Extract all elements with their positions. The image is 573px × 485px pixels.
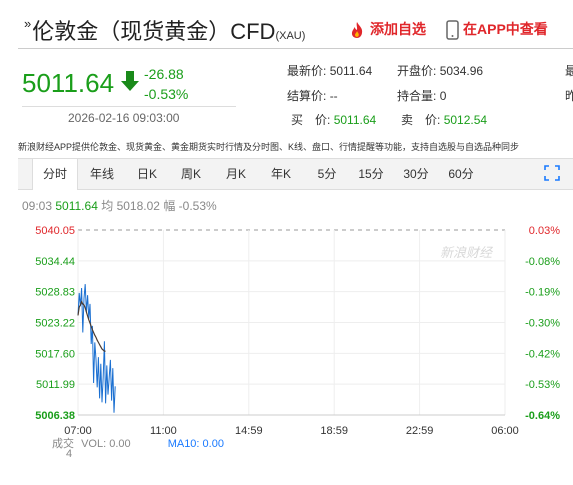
phone-icon [446,20,459,41]
open-interest-label: 持合量: [397,89,437,103]
x-tick-label: 14:59 [235,425,263,435]
change-percent: -0.53% [144,86,189,102]
tab-60min[interactable]: 60分 [443,159,479,189]
tab-monthly-k[interactable]: 月K [218,159,254,189]
ask-price-stat: 卖 价: 5012.54 [401,111,487,128]
y-tick-label: 5006.38 [35,410,75,422]
open-price-label: 开盘价: [397,64,437,78]
x-tick-label: 06:00 [491,425,519,435]
y-tick-label: 5011.99 [36,379,75,391]
pct-tick-label: -0.30% [525,318,560,330]
add-watchlist-button[interactable]: 添加自选 [348,19,426,39]
info-amp-label: 幅 [163,199,176,213]
open-interest-stat: 持合量: 0 [397,87,446,104]
info-time: 09:03 [22,199,53,213]
tab-5min[interactable]: 5分 [309,159,345,189]
info-avg-label: 均 [101,199,114,213]
x-tick-label: 18:59 [320,425,348,435]
current-price: 5011.64 [22,68,115,98]
pct-tick-label: -0.42% [525,348,560,360]
settle-price-value: -- [329,89,338,103]
tab-daily-k[interactable]: 日K [129,159,165,189]
crosshair-info: 09:03 5011.64 均 5018.02 幅 -0.53% [22,197,217,214]
view-in-app-label: 在APP中查看 [463,21,548,37]
instrument-title: »伦敦金（现货黄金）CFD(XAU) [24,14,305,46]
ma10-label: MA10: [167,438,200,450]
info-avg: 5018.02 [116,199,160,213]
pct-tick-label: -0.08% [525,256,560,268]
fullscreen-icon[interactable] [544,165,560,181]
settle-price-label: 结算价: [287,89,327,103]
vol-label: VOL: [81,438,107,450]
bid-price-value: 5011.64 [333,113,377,127]
change-value: -26.88 [144,66,184,82]
watermark: 新浪财经 [440,245,494,260]
x-tick-label: 22:59 [406,425,434,435]
tab-intraday[interactable]: 分时 [32,159,78,190]
period-tabs: 分时 年线 日K 周K 月K 年K 5分 15分 30分 60分 [18,158,573,190]
y-tick-label: 5028.83 [35,287,75,299]
title-prefix-icon: » [24,16,32,31]
bid-price-label: 买 价: [291,113,331,127]
quote-divider [22,106,236,107]
y-tick-label: 5023.22 [35,318,75,330]
pct-tick-label: -0.64% [525,410,560,422]
tab-year-line[interactable]: 年线 [82,159,122,189]
ask-price-label: 卖 价: [401,113,441,127]
y-tick-label: 5017.60 [35,348,75,360]
open-price-stat: 开盘价: 5034.96 [397,62,483,79]
fire-icon [351,22,363,39]
x-tick-label: 07:00 [64,425,92,435]
tab-yearly-k[interactable]: 年K [263,159,299,189]
instrument-name: 伦敦金（现货黄金）CFD [32,19,276,44]
open-interest-value: 0 [439,89,447,103]
cut-stat-2: 昨 [565,89,573,103]
price-change: -26.88 -0.53% [144,64,188,104]
volume-bar: 成交 VOL: 0.00 MA10: 0.00 4 [52,435,224,460]
settle-price-stat: 结算价: -- [287,87,338,104]
ask-price-value: 5012.54 [443,113,488,127]
app-notice: 新浪财经APP提供伦敦金、现货黄金、黄金期货实时行情及分时图、K线、盘口、行情提… [18,142,520,152]
y-tick-label: 5034.44 [35,256,75,268]
latest-price-value: 5011.64 [329,64,373,78]
x-tick-label: 11:00 [150,425,177,435]
bid-price-stat: 买 价: 5011.64 [291,111,376,128]
price-line [77,284,116,413]
ma10-value: 0.00 [202,438,224,450]
pct-tick-label: -0.19% [525,287,560,299]
volume-count: 4 [66,448,73,460]
pct-tick-label: -0.53% [525,379,560,391]
tab-weekly-k[interactable]: 周K [173,159,209,189]
cut-stat-1: 最 [565,64,573,78]
latest-price-label: 最新价: [287,64,327,78]
y-tick-label: 5040.05 [35,225,75,237]
tab-30min[interactable]: 30分 [398,159,434,189]
quote-time: 2026-02-16 09:03:00 [68,111,180,125]
add-watchlist-label: 添加自选 [370,21,426,37]
header: »伦敦金（现货黄金）CFD(XAU) 添加自选 在APP中查看 [0,0,573,50]
view-in-app-button[interactable]: 在APP中查看 [446,19,548,41]
pct-tick-label: 0.03% [529,225,560,237]
instrument-code: (XAU) [275,30,306,42]
intraday-chart[interactable]: 5040.05 0.03% 5034.44 -0.08% 5028.83 -0.19% 50… [0,215,573,435]
latest-price-stat: 最新价: 5011.64 [287,62,372,79]
info-price: 5011.64 [55,199,98,213]
down-arrow-icon [121,71,139,91]
info-amp: -0.53% [178,199,217,213]
header-divider [18,48,573,49]
vol-value: 0.00 [109,438,131,450]
tab-15min[interactable]: 15分 [353,159,389,189]
open-price-value: 5034.96 [439,64,484,78]
